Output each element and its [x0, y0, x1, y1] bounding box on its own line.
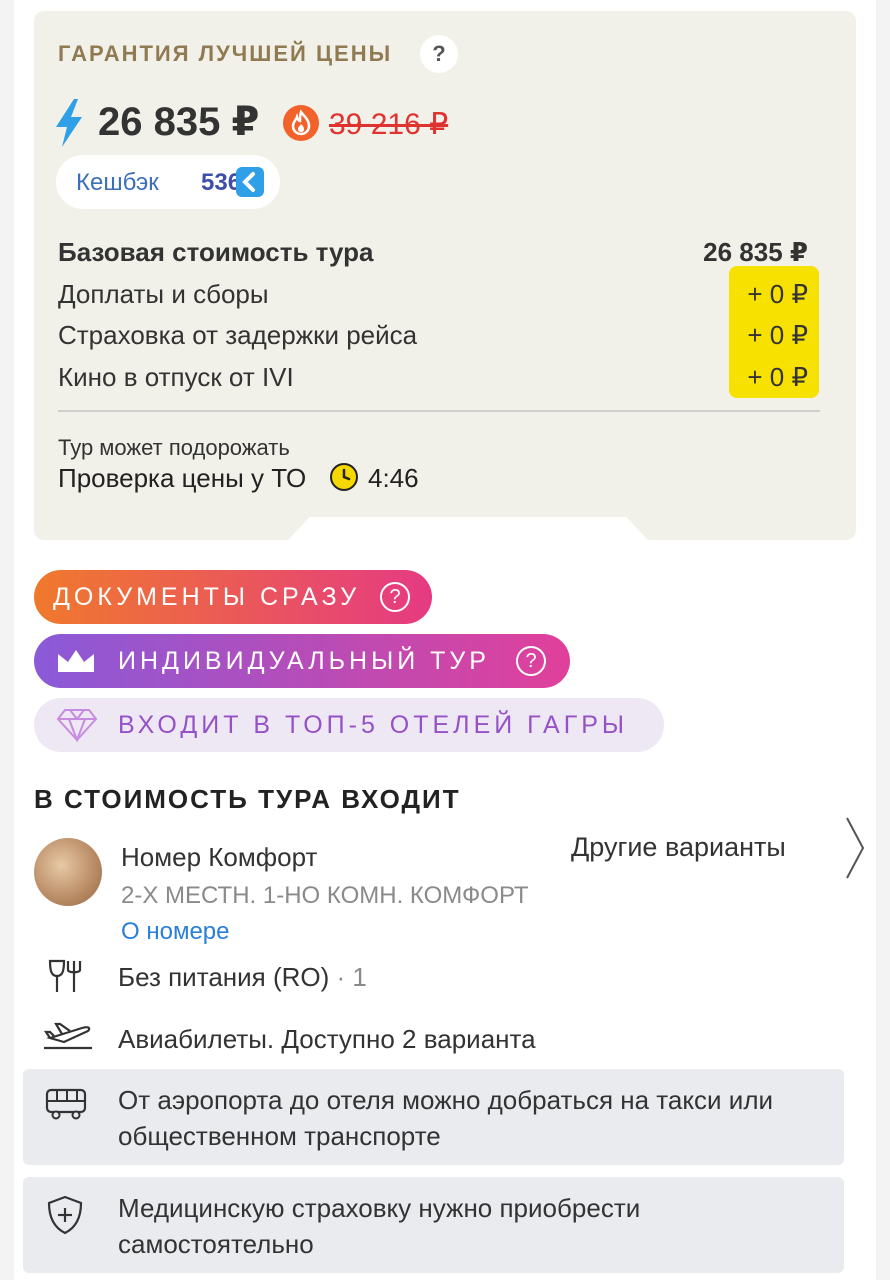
clock-icon — [330, 463, 358, 491]
badge-individual-tour[interactable]: ИНДИВИДУАЛЬНЫЙ ТУР ? — [34, 634, 570, 688]
fees-value: + 0 ₽ — [747, 279, 808, 309]
delay-insurance-value: + 0 ₽ — [747, 320, 808, 350]
price-card: ГАРАНТИЯ ЛУЧШЕЙ ЦЕНЫ ? 26 835 ₽ 39 216 ₽… — [34, 11, 856, 540]
price-check-timer: 4:46 — [368, 463, 419, 493]
cashback-pill[interactable]: Кешбэк 536 — [56, 155, 280, 209]
crown-icon — [58, 650, 94, 672]
right-edge — [876, 0, 890, 1280]
room-name: Номер Комфорт — [121, 842, 318, 872]
ivi-label: Кино в отпуск от IVI — [58, 362, 294, 392]
current-price: 26 835 ₽ — [98, 100, 260, 144]
badge-documents-help-icon[interactable]: ? — [380, 582, 410, 612]
bus-icon — [45, 1088, 87, 1120]
price-may-rise-note: Тур может подорожать — [58, 435, 290, 460]
guarantee-help-button[interactable]: ? — [420, 35, 458, 73]
meal-info: Без питания (RO) · 1 — [118, 962, 367, 993]
meal-count: · 1 — [336, 962, 367, 992]
included-section-title: В СТОИМОСТЬ ТУРА ВХОДИТ — [34, 784, 461, 814]
room-type: 2-Х МЕСТН. 1-НО КОМН. КОМФОРТ — [121, 882, 529, 909]
chevron-right-icon[interactable] — [843, 816, 867, 880]
cashback-icon — [236, 167, 264, 197]
meal-text: Без питания (RO) — [118, 962, 330, 992]
shield-icon — [47, 1195, 83, 1235]
fees-label: Доплаты и сборы — [58, 279, 269, 309]
badge-documents[interactable]: ДОКУМЕНТЫ СРАЗУ ? — [34, 570, 432, 624]
divider — [58, 410, 820, 412]
insurance-info-text: Медицинскую страховку нужно приобрести с… — [118, 1193, 641, 1259]
guarantee-title: ГАРАНТИЯ ЛУЧШЕЙ ЦЕНЫ — [58, 41, 393, 66]
plane-icon — [43, 1022, 92, 1050]
transfer-info-box: От аэропорта до отеля можно добраться на… — [23, 1069, 844, 1165]
price-check-label: Проверка цены у ТО — [58, 463, 307, 493]
old-price: 39 216 ₽ — [329, 108, 449, 141]
badge-top5-text: ВХОДИТ В ТОП-5 ОТЕЛЕЙ ГАГРЫ — [118, 711, 629, 739]
delay-insurance-label: Страховка от задержки рейса — [58, 320, 418, 350]
lightning-icon — [56, 99, 82, 147]
badge-individual-tour-text: ИНДИВИДУАЛЬНЫЙ ТУР — [118, 647, 490, 675]
cutlery-icon — [48, 959, 82, 992]
flights-info: Авиабилеты. Доступно 2 варианта — [118, 1024, 536, 1054]
ivi-value: + 0 ₽ — [747, 362, 808, 392]
about-room-link[interactable]: О номере — [121, 918, 229, 946]
diamond-icon — [56, 709, 98, 742]
badge-individual-tour-help-icon[interactable]: ? — [516, 646, 546, 676]
base-cost-label: Базовая стоимость тура — [58, 237, 374, 267]
cashback-label: Кешбэк — [76, 169, 159, 196]
card-notch — [288, 517, 648, 540]
other-variants-link[interactable]: Другие варианты — [571, 832, 786, 863]
base-cost-value: 26 835 ₽ — [703, 237, 808, 267]
room-photo[interactable] — [34, 838, 102, 906]
left-edge — [0, 0, 14, 1280]
badge-top5: ВХОДИТ В ТОП-5 ОТЕЛЕЙ ГАГРЫ — [34, 698, 664, 752]
fire-icon — [283, 105, 319, 141]
transfer-info-text: От аэропорта до отеля можно добраться на… — [118, 1085, 774, 1151]
insurance-info-box: Медицинскую страховку нужно приобрести с… — [23, 1177, 844, 1273]
badge-documents-text: ДОКУМЕНТЫ СРАЗУ — [53, 583, 361, 611]
